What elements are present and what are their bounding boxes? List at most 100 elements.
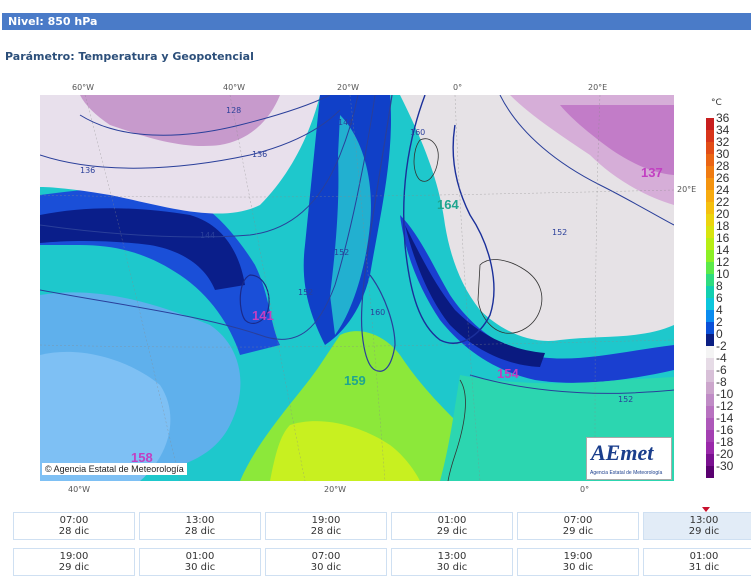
timeline-frame[interactable]: 13:00 29 dic [643, 512, 751, 540]
legend-swatch [706, 322, 714, 334]
legend-swatch [706, 394, 714, 406]
legend-swatch [706, 226, 714, 238]
frame-time: 13:00 [185, 515, 215, 526]
contour-label: 160 [370, 308, 385, 317]
legend-swatch [706, 118, 714, 130]
frame-date: 30 dic [562, 562, 594, 573]
frame-date: 29 dic [436, 526, 468, 537]
frame-date: 30 dic [436, 562, 468, 573]
tick-top-0: 0° [453, 83, 463, 92]
frame-date: 29 dic [688, 526, 720, 537]
legend-swatch [706, 214, 714, 226]
frame-date: 28 dic [310, 526, 342, 537]
legend-swatch [706, 166, 714, 178]
contour-label: 144 [338, 118, 353, 127]
frame-date: 29 dic [58, 562, 90, 573]
legend-swatch [706, 178, 714, 190]
legend-swatch [706, 262, 714, 274]
legend-colorbar [706, 118, 714, 478]
tick-top-20e: 20°E [588, 83, 608, 92]
legend-swatch [706, 238, 714, 250]
legend-swatch [706, 154, 714, 166]
legend-swatch [706, 298, 714, 310]
legend-swatch [706, 442, 714, 454]
timeline-frame[interactable]: 07:00 30 dic [265, 548, 387, 576]
timeline-frame[interactable]: 19:00 29 dic [13, 548, 135, 576]
high-154: 154 [497, 366, 519, 381]
frame-date: 28 dic [184, 526, 216, 537]
parameter-title: Parámetro: Temperatura y Geopotencial [5, 50, 254, 63]
tick-bottom-20w: 20°W [324, 485, 347, 494]
timeline-frame[interactable]: 07:00 28 dic [13, 512, 135, 540]
tick-top-60w: 60°W [72, 83, 95, 92]
logo-subtitle: Agencia Estatal de Meteorología [590, 470, 663, 476]
legend-swatch [706, 358, 714, 370]
timeline-frame[interactable]: 01:00 29 dic [391, 512, 513, 540]
legend-swatch [706, 406, 714, 418]
legend-swatch [706, 382, 714, 394]
copyright-notice: © Agencia Estatal de Meteorología [42, 463, 187, 475]
frame-date: 30 dic [310, 562, 342, 573]
frame-time: 07:00 [311, 551, 341, 562]
legend-label: -30 [716, 459, 734, 473]
frame-time: 01:00 [689, 551, 719, 562]
tick-bottom-0: 0° [580, 485, 590, 494]
legend-swatch [706, 418, 714, 430]
timeline-row-1: 07:00 28 dic 13:00 28 dic 19:00 28 dic 01:00 29… [13, 512, 751, 540]
contour-label: 152 [298, 288, 313, 297]
frame-time: 19:00 [563, 551, 593, 562]
contour-label: 136 [80, 166, 95, 175]
aemet-logo: AEmet Agencia Estatal de Meteorología [586, 437, 672, 480]
logo-wordmark: AEmet [591, 440, 654, 465]
contour-label: 152 [334, 248, 349, 257]
legend-swatch [706, 142, 714, 154]
frame-time: 19:00 [311, 515, 341, 526]
legend-swatch [706, 286, 714, 298]
map-canvas: 128 136 136 144 144 152 152 160 160 152 … [40, 95, 674, 481]
frame-time: 01:00 [185, 551, 215, 562]
legend-swatch [706, 274, 714, 286]
timeline-frame[interactable]: 13:00 28 dic [139, 512, 261, 540]
tick-top-20w: 20°W [337, 83, 360, 92]
tick-right-20e: 20°E [677, 185, 697, 194]
timeline-frame[interactable]: 19:00 30 dic [517, 548, 639, 576]
timeline-frame[interactable]: 13:00 30 dic [391, 548, 513, 576]
legend-swatch [706, 202, 714, 214]
frame-date: 30 dic [184, 562, 216, 573]
frame-date: 28 dic [58, 526, 90, 537]
legend-swatch [706, 466, 714, 478]
high-159: 159 [344, 373, 366, 388]
tick-top-40w: 40°W [223, 83, 246, 92]
frame-time: 07:00 [563, 515, 593, 526]
frame-time: 13:00 [689, 515, 719, 526]
legend-unit: °C [711, 98, 722, 108]
legend-swatch [706, 310, 714, 322]
frame-date: 29 dic [562, 526, 594, 537]
legend-swatch [706, 190, 714, 202]
legend-swatch [706, 334, 714, 346]
contour-label: 144 [200, 231, 215, 240]
timeline-row-2: 19:00 29 dic 01:00 30 dic 07:00 30 dic 13:00 30… [13, 548, 751, 576]
contour-label: 160 [410, 128, 425, 137]
legend-swatch [706, 370, 714, 382]
contour-label: 128 [226, 106, 241, 115]
timeline-frame[interactable]: 19:00 28 dic [265, 512, 387, 540]
timeline-frame[interactable]: 07:00 29 dic [517, 512, 639, 540]
frame-time: 19:00 [59, 551, 89, 562]
tick-bottom-40w: 40°W [68, 485, 91, 494]
legend-swatch [706, 430, 714, 442]
frame-time: 13:00 [437, 551, 467, 562]
legend-swatch [706, 454, 714, 466]
frame-time: 07:00 [59, 515, 89, 526]
contour-label: 152 [552, 228, 567, 237]
frame-time: 01:00 [437, 515, 467, 526]
weather-map: 128 136 136 144 144 152 152 160 160 152 … [40, 95, 674, 481]
timeline-frame[interactable]: 01:00 31 dic [643, 548, 751, 576]
low-137: 137 [641, 165, 663, 180]
high-164: 164 [437, 197, 459, 212]
contour-label: 152 [618, 395, 633, 404]
legend-swatch [706, 346, 714, 358]
low-141: 141 [252, 308, 274, 323]
frame-date: 31 dic [688, 562, 720, 573]
timeline-frame[interactable]: 01:00 30 dic [139, 548, 261, 576]
